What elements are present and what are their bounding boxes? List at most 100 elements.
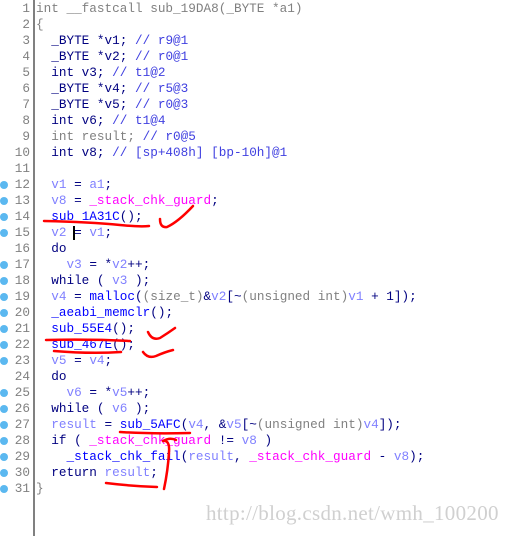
breakpoint-dot-icon[interactable] xyxy=(0,197,8,205)
code-line[interactable]: 28 if ( _stack_chk_guard != v8 ) xyxy=(0,433,530,449)
code-token: - xyxy=(371,449,394,464)
code-token: , xyxy=(234,449,250,464)
code-line[interactable]: 2{ xyxy=(0,17,530,33)
line-number: 31 xyxy=(14,481,30,496)
code-token[interactable]: v5 xyxy=(226,417,241,432)
breakpoint-dot-icon[interactable] xyxy=(0,341,8,349)
code-line[interactable]: 4 _BYTE *v2; // r0@1 xyxy=(0,49,530,65)
breakpoint-dot-icon[interactable] xyxy=(0,469,8,477)
breakpoint-dot-icon[interactable] xyxy=(0,485,8,493)
code-token[interactable]: _stack_chk_guard xyxy=(249,449,371,464)
code-token[interactable]: v1 xyxy=(89,225,104,240)
code-token[interactable]: sub_1A31C xyxy=(51,209,120,224)
code-line[interactable]: 31} xyxy=(0,481,530,497)
code-line[interactable]: 14 sub_1A31C(); xyxy=(0,209,530,225)
line-number: 7 xyxy=(22,97,30,112)
code-token[interactable]: v4 xyxy=(89,353,104,368)
code-text: _BYTE *v1; // r9@1 xyxy=(36,33,188,49)
code-line[interactable]: 1 int __fastcall sub_19DA8(_BYTE *a1) xyxy=(0,1,530,17)
code-token[interactable]: sub_5AFC xyxy=(120,417,181,432)
code-line[interactable]: 19 v4 = malloc((size_t)&v2[~(unsigned in… xyxy=(0,289,530,305)
code-token[interactable]: v4 xyxy=(363,417,378,432)
line-number: 23 xyxy=(14,353,30,368)
code-token[interactable]: v1 xyxy=(51,177,66,192)
breakpoint-dot-icon[interactable] xyxy=(0,453,8,461)
code-token[interactable]: v4 xyxy=(51,289,66,304)
code-token[interactable]: v6 xyxy=(66,385,81,400)
breakpoint-dot-icon[interactable] xyxy=(0,261,8,269)
breakpoint-dot-icon[interactable] xyxy=(0,405,8,413)
code-line[interactable]: 29 _stack_chk_fail(result, _stack_chk_gu… xyxy=(0,449,530,465)
code-token[interactable]: v2 xyxy=(211,289,226,304)
code-token[interactable]: _stack_chk_guard xyxy=(89,433,211,448)
code-token[interactable]: v4 xyxy=(188,417,203,432)
code-line[interactable]: 9 int result; // r0@5 xyxy=(0,129,530,145)
code-token[interactable]: sub_467E xyxy=(51,337,112,352)
code-token[interactable]: result xyxy=(51,417,97,432)
code-token[interactable]: _stack_chk_fail xyxy=(66,449,180,464)
code-line[interactable]: 25 v6 = *v5++; xyxy=(0,385,530,401)
code-token[interactable]: v5 xyxy=(112,385,127,400)
code-line[interactable]: 12 v1 = a1; xyxy=(0,177,530,193)
code-token: ; xyxy=(104,177,113,192)
code-line[interactable]: 6 _BYTE *v4; // r5@3 xyxy=(0,81,530,97)
breakpoint-dot-icon[interactable] xyxy=(0,421,8,429)
breakpoint-dot-icon[interactable] xyxy=(0,389,8,397)
code-token[interactable]: v2 xyxy=(112,257,127,272)
code-line[interactable]: 24 do xyxy=(0,369,530,385)
code-line[interactable]: 30 return result; xyxy=(0,465,530,481)
line-number: 2 xyxy=(22,17,30,32)
code-token[interactable]: result xyxy=(105,465,151,480)
code-line[interactable]: 5 int v3; // t1@2 xyxy=(0,65,530,81)
code-line[interactable]: 11 xyxy=(0,161,530,177)
code-line[interactable]: 20 _aeabi_memclr(); xyxy=(0,305,530,321)
code-token[interactable]: v6 xyxy=(112,401,127,416)
code-line[interactable]: 15 v2 = v1; xyxy=(0,225,530,241)
code-line[interactable]: 10 int v8; // [sp+408h] [bp-10h]@1 xyxy=(0,145,530,161)
code-token[interactable]: v8 xyxy=(394,449,409,464)
code-line[interactable]: 16 do xyxy=(0,241,530,257)
breakpoint-dot-icon[interactable] xyxy=(0,229,8,237)
breakpoint-dot-icon[interactable] xyxy=(0,293,8,301)
breakpoint-dot-icon[interactable] xyxy=(0,309,8,317)
code-line[interactable]: 27 result = sub_5AFC(v4, &v5[~(unsigned … xyxy=(0,417,530,433)
code-line[interactable]: 7 _BYTE *v5; // r0@3 xyxy=(0,97,530,113)
code-token[interactable]: sub_55E4 xyxy=(51,321,112,336)
code-token[interactable]: malloc xyxy=(89,289,135,304)
code-line[interactable]: 13 v8 = _stack_chk_guard; xyxy=(0,193,530,209)
code-token: ); xyxy=(409,449,425,464)
code-line[interactable]: 21 sub_55E4(); xyxy=(0,321,530,337)
code-line[interactable]: 17 v3 = *v2++; xyxy=(0,257,530,273)
code-token[interactable]: v8 xyxy=(51,193,66,208)
code-line[interactable]: 3 _BYTE *v1; // r9@1 xyxy=(0,33,530,49)
code-line[interactable]: 26 while ( v6 ); xyxy=(0,401,530,417)
code-text: _BYTE *v2; // r0@1 xyxy=(36,49,188,65)
code-token[interactable]: v5 xyxy=(51,353,66,368)
code-token: = xyxy=(96,417,120,432)
code-line[interactable]: 8 int v6; // t1@4 xyxy=(0,113,530,129)
code-line[interactable]: 18 while ( v3 ); xyxy=(0,273,530,289)
code-token[interactable]: v1 xyxy=(348,289,363,304)
code-token[interactable]: v2 xyxy=(51,225,66,240)
code-token[interactable]: _aeabi_memclr xyxy=(51,305,150,320)
code-token: // r9@1 xyxy=(134,33,189,48)
code-token: = xyxy=(66,177,90,192)
code-token[interactable]: a1 xyxy=(89,177,104,192)
code-token[interactable]: result xyxy=(188,449,234,464)
breakpoint-dot-icon[interactable] xyxy=(0,277,8,285)
breakpoint-dot-icon[interactable] xyxy=(0,357,8,365)
code-token[interactable]: v3 xyxy=(66,257,81,272)
code-token: ( xyxy=(135,289,143,304)
breakpoint-dot-icon[interactable] xyxy=(0,437,8,445)
code-token: != xyxy=(211,433,242,448)
code-token: } xyxy=(36,481,44,496)
code-line[interactable]: 23 v5 = v4; xyxy=(0,353,530,369)
breakpoint-dot-icon[interactable] xyxy=(0,213,8,221)
code-token[interactable]: _stack_chk_guard xyxy=(89,193,211,208)
code-token[interactable]: v8 xyxy=(242,433,257,448)
code-token[interactable]: v3 xyxy=(112,273,127,288)
breakpoint-dot-icon[interactable] xyxy=(0,181,8,189)
breakpoint-dot-icon[interactable] xyxy=(0,325,8,333)
pseudocode-view[interactable]: 1 int __fastcall sub_19DA8(_BYTE *a1) 2{3 … xyxy=(0,0,530,536)
code-line[interactable]: 22 sub_467E(); xyxy=(0,337,530,353)
